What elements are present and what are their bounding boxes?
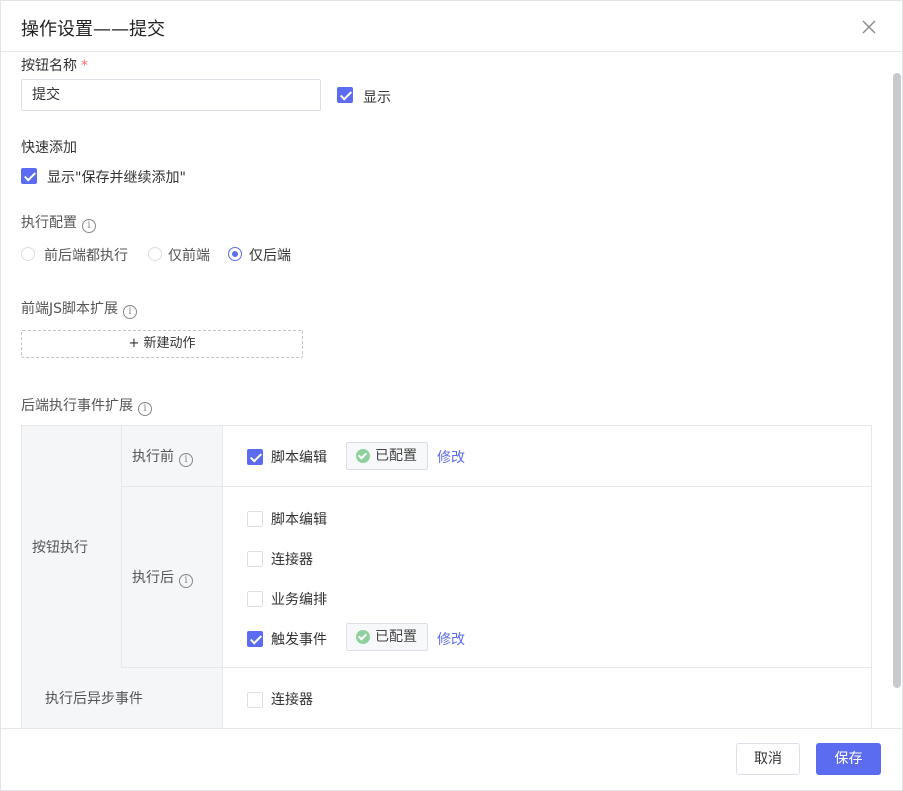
after-script-label: 脚本编辑	[271, 512, 327, 528]
radio-backend-only[interactable]	[228, 247, 242, 261]
frontend-js-label: 前端JS脚本扩展 i	[21, 298, 138, 319]
dialog-header: 操作设置——提交	[1, 1, 902, 52]
info-icon[interactable]: i	[138, 402, 152, 416]
button-name-label: 按钮名称 *	[21, 55, 88, 75]
after-trigger-checkbox[interactable]	[247, 631, 263, 647]
new-action-button[interactable]: + 新建动作	[21, 330, 303, 358]
after-content-cell: 脚本编辑 连接器 业务编排 触发事件 已配置 修改	[223, 487, 872, 668]
status-text: 已配置	[375, 448, 417, 464]
required-mark: *	[81, 58, 88, 74]
after-connector-checkbox[interactable]	[247, 551, 263, 567]
after-label: 执行后 i	[132, 567, 193, 588]
check-circle-icon	[356, 630, 370, 644]
status-text: 已配置	[375, 629, 417, 645]
show-checkbox[interactable]	[337, 87, 353, 103]
after-label-cell: 执行后 i	[122, 487, 223, 668]
status-badge: 已配置	[346, 623, 428, 651]
info-icon[interactable]: i	[123, 305, 138, 319]
edit-link[interactable]: 修改	[437, 447, 465, 467]
after-trigger-label: 触发事件	[271, 632, 327, 648]
dialog-title: 操作设置——提交	[21, 19, 165, 40]
async-label-cell: 执行后异步事件	[22, 668, 223, 728]
after-script-checkbox[interactable]	[247, 511, 263, 527]
save-button[interactable]: 保存	[816, 743, 881, 775]
backend-events-label-text: 后端执行事件扩展	[21, 398, 133, 414]
after-orchestration-checkbox[interactable]	[247, 591, 263, 607]
backend-events-table: 按钮执行 执行前 i 脚本编辑 已配置 修改 执行后 i 脚本编辑 连接器 业务…	[21, 425, 872, 728]
button-name-label-text: 按钮名称	[21, 58, 77, 74]
show-checkbox-label: 显示	[363, 90, 391, 106]
save-and-continue-checkbox[interactable]	[21, 168, 37, 184]
info-icon[interactable]: i	[179, 453, 193, 467]
async-connector-checkbox[interactable]	[247, 692, 263, 708]
radio-both[interactable]	[21, 247, 35, 261]
radio-frontend-only[interactable]	[148, 247, 162, 261]
close-icon[interactable]	[859, 17, 879, 37]
before-script-label: 脚本编辑	[271, 450, 327, 466]
after-orchestration-label: 业务编排	[271, 592, 327, 608]
before-content-cell: 脚本编辑 已配置 修改	[223, 426, 872, 487]
button-name-input[interactable]: 提交	[21, 79, 321, 111]
radio-backend-only-label[interactable]: 仅后端	[249, 245, 291, 265]
vertical-scrollbar[interactable]	[891, 53, 903, 728]
exec-config-label-text: 执行配置	[21, 215, 77, 231]
radio-both-label[interactable]: 前后端都执行	[44, 245, 128, 265]
check-circle-icon	[356, 449, 370, 463]
after-label-text: 执行后	[132, 570, 174, 586]
dialog-body: 按钮名称 * 提交 显示 快速添加 显示"保存并继续添加" 执行配置 i 前后端都执…	[1, 53, 890, 728]
async-content-cell: 连接器	[223, 668, 872, 728]
quick-add-label: 快速添加	[21, 140, 77, 156]
cancel-button[interactable]: 取消	[736, 743, 800, 775]
backend-events-label: 后端执行事件扩展 i	[21, 395, 152, 416]
edit-link[interactable]: 修改	[437, 629, 465, 649]
before-script-checkbox[interactable]	[247, 449, 263, 465]
info-icon[interactable]: i	[179, 574, 193, 588]
async-connector-label: 连接器	[271, 692, 313, 708]
before-label-cell: 执行前 i	[122, 426, 223, 487]
after-connector-label: 连接器	[271, 552, 313, 568]
operation-settings-dialog: 操作设置——提交 按钮名称 * 提交 显示 快速添加 显示"保存并继续添加" 执行…	[0, 0, 903, 791]
before-label: 执行前 i	[132, 446, 193, 467]
info-icon[interactable]: i	[82, 219, 96, 233]
scrollbar-thumb[interactable]	[893, 73, 901, 688]
group-cell: 按钮执行	[22, 426, 122, 668]
radio-frontend-only-label[interactable]: 仅前端	[168, 245, 210, 265]
group-label: 按钮执行	[32, 540, 88, 556]
frontend-js-label-text: 前端JS脚本扩展	[21, 301, 119, 317]
exec-config-label: 执行配置 i	[21, 212, 96, 233]
save-and-continue-label: 显示"保存并继续添加"	[47, 170, 186, 186]
status-badge: 已配置	[346, 442, 428, 470]
async-label: 执行后异步事件	[45, 691, 143, 707]
dialog-footer: 取消 保存	[1, 728, 902, 790]
before-label-text: 执行前	[132, 449, 174, 465]
